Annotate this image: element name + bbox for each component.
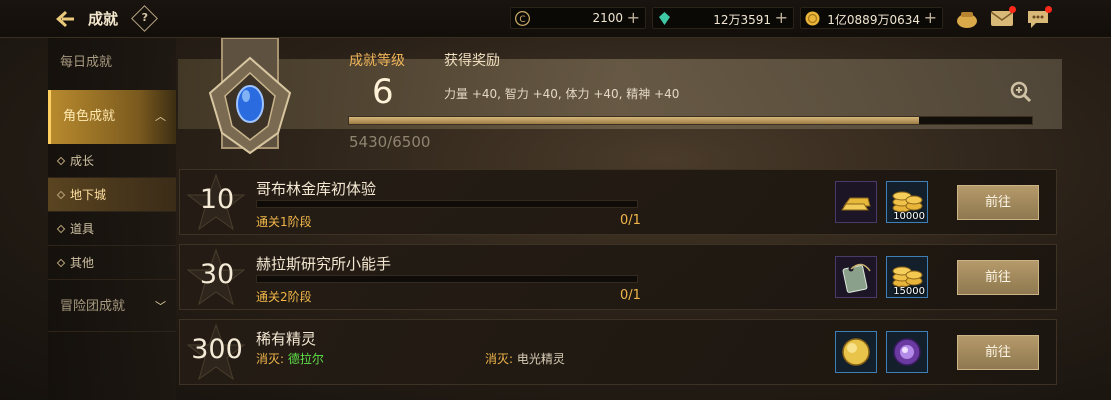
chevron-up-icon: ︿ <box>155 110 166 123</box>
achievement-title: 哥布林金库初体验 <box>256 180 377 198</box>
treasure-bag-icon[interactable] <box>955 9 979 29</box>
credit-currency: C 2100 + <box>510 7 646 29</box>
go-button[interactable]: 前往 <box>957 260 1039 295</box>
sidebar-subitem-label: 其他 <box>70 256 95 270</box>
reward-label: 获得奖励 <box>444 53 500 69</box>
go-button[interactable]: 前往 <box>957 185 1039 220</box>
kill-condition-1: 消灭: 德拉尔 <box>256 350 324 367</box>
kill-label: 消灭: <box>485 352 514 366</box>
achievement-row: 300 稀有精灵 消灭: 德拉尔 消灭: 电光精灵 前往 <box>179 319 1057 385</box>
achievement-row: 10 哥布林金库初体验 通关1阶段 0/1 10000 前往 <box>179 169 1057 235</box>
zoom-in-icon[interactable] <box>1010 81 1032 103</box>
reward-item[interactable]: 15000 <box>886 256 928 298</box>
sidebar-subitem-growth[interactable]: 成长 <box>48 144 176 178</box>
gold-coin-icon <box>805 11 820 26</box>
reward-item[interactable] <box>835 256 877 298</box>
reward-quantity: 10000 <box>893 211 925 222</box>
sidebar-item-adventure[interactable]: 冒险团成就 ﹀ <box>48 282 176 332</box>
achievement-points: 300 <box>191 334 243 365</box>
diamond-icon <box>56 156 66 166</box>
gold-orb-icon <box>842 338 870 366</box>
top-bar: 成就 ? C 2100 + 12万3591 + 1亿0889万0634 + <box>0 0 1111 38</box>
level-progress-text: 5430/6500 <box>349 133 431 151</box>
sidebar-subitem-label: 道具 <box>70 222 95 236</box>
gem-value: 12万3591 <box>713 13 771 27</box>
reward-item[interactable] <box>886 331 928 373</box>
diamond-icon <box>56 224 66 234</box>
diamond-icon <box>56 258 66 268</box>
sidebar: 每日成就 角色成就 ︿ 成长 地下城 道具 其他 冒险团成就 ﹀ <box>48 38 176 400</box>
reward-item[interactable] <box>835 181 877 223</box>
sidebar-subitem-other[interactable]: 其他 <box>48 246 176 280</box>
page-title: 成就 <box>88 10 119 28</box>
sidebar-subitem-dungeon[interactable]: 地下城 <box>48 178 176 212</box>
achievement-progress-bar <box>256 200 638 208</box>
achievement-count: 0/1 <box>620 213 641 228</box>
achievement-condition: 通关1阶段 <box>256 215 312 229</box>
achievement-condition: 通关2阶段 <box>256 290 312 304</box>
sidebar-subitem-items[interactable]: 道具 <box>48 212 176 246</box>
reward-quantity: 15000 <box>893 286 925 297</box>
svg-text:C: C <box>519 15 525 25</box>
notification-dot <box>1009 6 1016 13</box>
sidebar-item-daily[interactable]: 每日成就 <box>48 38 176 88</box>
credit-value: 2100 <box>592 11 623 25</box>
sidebar-item-label: 每日成就 <box>60 55 113 70</box>
gem-add-button[interactable]: + <box>775 8 788 27</box>
back-arrow-icon[interactable] <box>54 9 76 29</box>
notification-dot <box>1045 6 1052 13</box>
achievement-count: 0/1 <box>620 288 641 303</box>
achievement-points: 10 <box>199 184 235 215</box>
achievement-points: 30 <box>199 259 235 290</box>
tag-icon <box>842 263 871 293</box>
sidebar-subitem-label: 成长 <box>70 154 95 168</box>
chat-button[interactable] <box>1026 6 1052 29</box>
achievement-row: 30 赫拉斯研究所小能手 通关2阶段 0/1 15000 前往 <box>179 244 1057 310</box>
kill-label: 消灭: <box>256 352 285 366</box>
achievement-title: 稀有精灵 <box>256 330 317 348</box>
level-progress-fill <box>349 117 920 124</box>
credit-icon: C <box>515 11 530 26</box>
go-button[interactable]: 前往 <box>957 335 1039 370</box>
sidebar-item-character[interactable]: 角色成就 ︿ <box>48 90 176 144</box>
reward-stats-text: 力量 +40, 智力 +40, 体力 +40, 精神 +40 <box>444 87 680 101</box>
kill-target: 德拉尔 <box>287 352 324 366</box>
gem-icon <box>659 12 670 25</box>
achievement-progress-bar <box>256 275 638 283</box>
mail-button[interactable] <box>990 6 1016 29</box>
gold-value: 1亿0889万0634 <box>827 13 920 27</box>
sidebar-item-label: 冒险团成就 <box>60 299 126 314</box>
sidebar-item-label: 角色成就 <box>63 109 116 124</box>
chevron-down-icon: ﹀ <box>155 300 166 313</box>
gold-currency: 1亿0889万0634 + <box>800 7 943 29</box>
achievement-title: 赫拉斯研究所小能手 <box>256 255 392 273</box>
level-label: 成就等级 <box>349 53 405 69</box>
level-progress-bar <box>348 116 1033 125</box>
reward-item[interactable]: 10000 <box>886 181 928 223</box>
reward-item[interactable] <box>835 331 877 373</box>
gem-currency: 12万3591 + <box>652 7 794 29</box>
credit-add-button[interactable]: + <box>627 8 640 27</box>
gold-bar-icon <box>841 197 871 211</box>
kill-target: 电光精灵 <box>516 352 565 366</box>
gold-add-button[interactable]: + <box>924 8 937 27</box>
diamond-icon <box>56 190 66 200</box>
purple-orb-icon <box>893 338 921 366</box>
achievement-badge-icon <box>208 38 292 155</box>
kill-condition-2: 消灭: 电光精灵 <box>485 350 565 367</box>
level-value: 6 <box>372 72 394 112</box>
help-icon[interactable]: ? <box>131 5 158 32</box>
sidebar-subitem-label: 地下城 <box>70 188 107 202</box>
